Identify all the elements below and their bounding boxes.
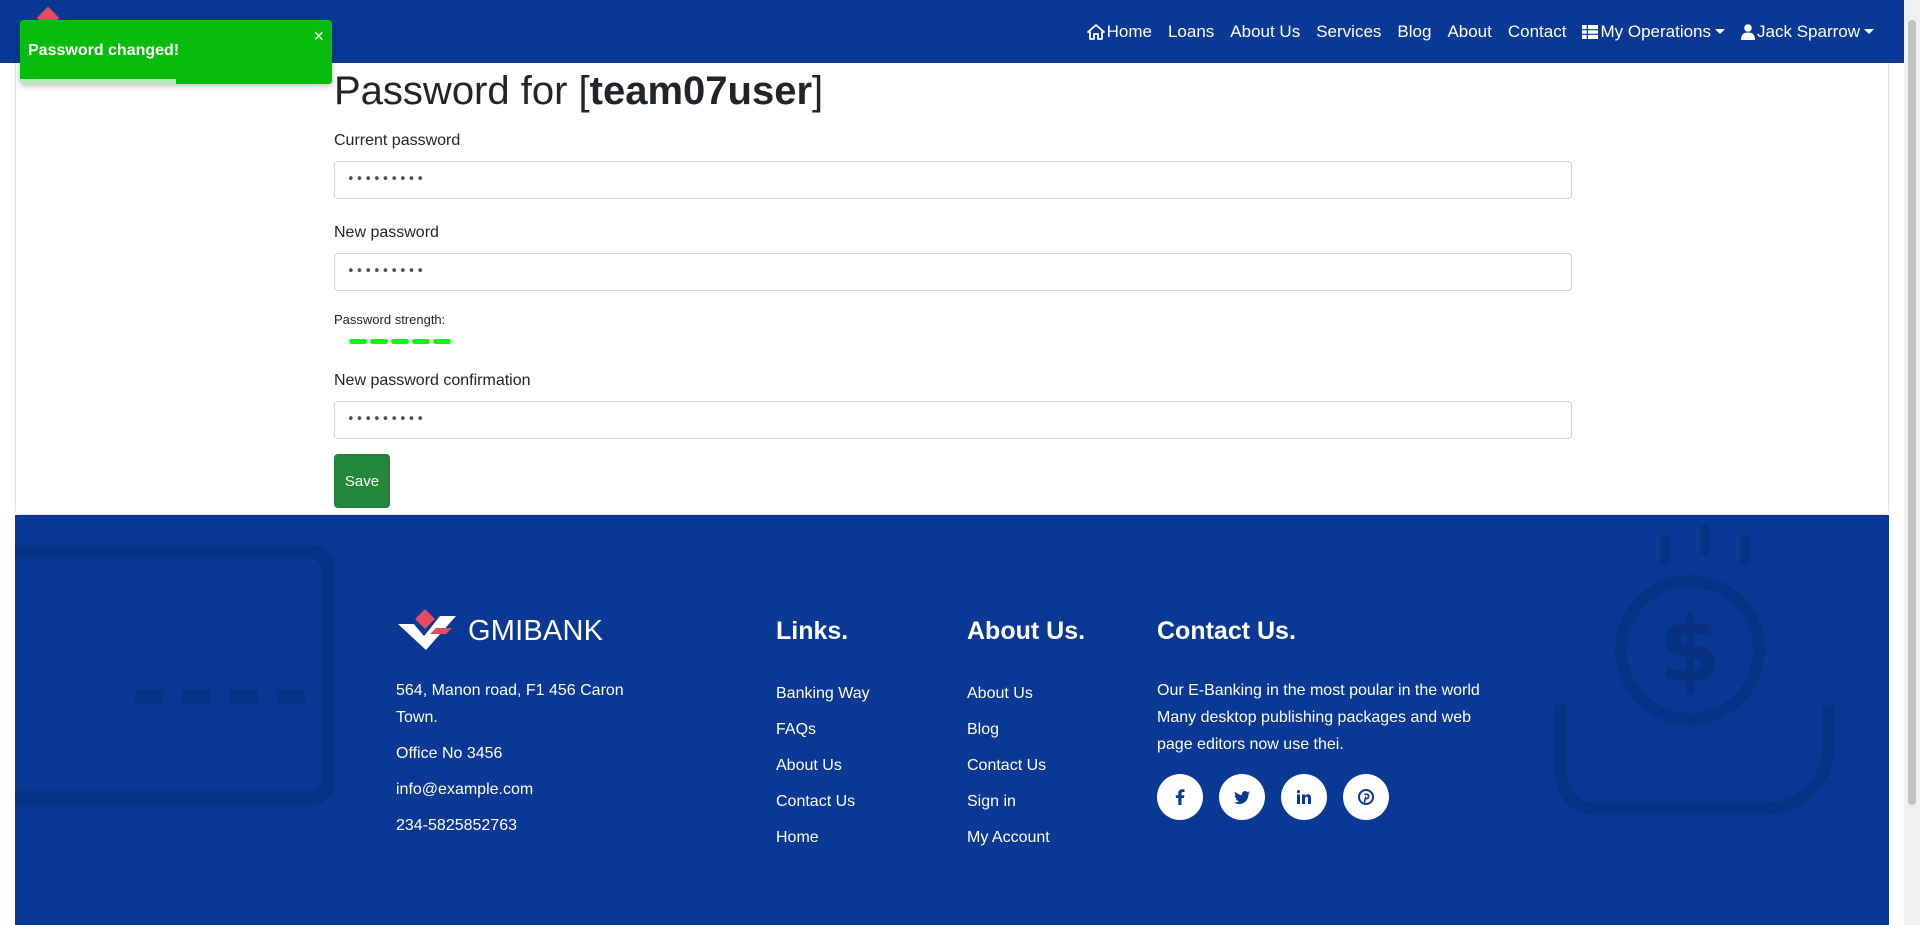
page-scrollbar[interactable] bbox=[1904, 0, 1920, 925]
page: Home Loans About Us Services Blog About … bbox=[0, 0, 1920, 925]
footer-contact-column: Contact Us. Our E-Banking in the most po… bbox=[1157, 610, 1507, 820]
user-icon bbox=[1741, 23, 1756, 40]
footer-link-about-us[interactable]: About Us bbox=[776, 748, 870, 784]
footer-link-banking-way[interactable]: Banking Way bbox=[776, 676, 870, 712]
password-strength-label: Password strength: bbox=[334, 312, 446, 327]
footer-about-link-contact-us[interactable]: Contact Us bbox=[967, 748, 1085, 784]
footer-about-link-my-account[interactable]: My Account bbox=[967, 820, 1085, 856]
footer-about-column: About Us. About Us Blog Contact Us Sign … bbox=[967, 610, 1085, 856]
footer-link-faqs[interactable]: FAQs bbox=[776, 712, 870, 748]
home-icon bbox=[1086, 23, 1105, 40]
footer-links-column: Links. Banking Way FAQs About Us Contact… bbox=[776, 610, 870, 856]
card-stripe-decoration bbox=[135, 690, 305, 704]
credit-card-decoration-icon bbox=[15, 545, 335, 805]
confirm-password-field[interactable]: ••••••••• bbox=[334, 401, 1572, 439]
footer-email[interactable]: info@example.com bbox=[396, 776, 666, 803]
footer-about-link-sign-in[interactable]: Sign in bbox=[967, 784, 1085, 820]
title-suffix: ] bbox=[812, 69, 824, 113]
twitter-icon[interactable] bbox=[1219, 774, 1265, 820]
strength-segment bbox=[412, 339, 430, 344]
title-username: team07user bbox=[589, 69, 813, 113]
table-icon bbox=[1582, 24, 1599, 39]
gmibank-logo-icon bbox=[398, 610, 456, 650]
password-card: Password for [team07user] Current passwo… bbox=[15, 63, 1889, 515]
strength-segment bbox=[349, 339, 367, 344]
new-password-label: New password bbox=[334, 224, 439, 241]
nav-loans[interactable]: Loans bbox=[1160, 22, 1222, 42]
nav-home[interactable]: Home bbox=[1079, 22, 1160, 42]
footer-brand-name: GMIBANK bbox=[468, 614, 604, 647]
nav-user-menu[interactable]: Jack Sparrow bbox=[1733, 22, 1882, 42]
strength-segment bbox=[391, 339, 409, 344]
current-password-label: Current password bbox=[334, 132, 461, 149]
footer: $ GMIBANK 564, Manon road, F1 456 Caron … bbox=[15, 515, 1889, 925]
nav-home-label: Home bbox=[1106, 21, 1152, 41]
success-toast: Password changed! × bbox=[20, 20, 332, 84]
linkedin-icon[interactable] bbox=[1281, 774, 1327, 820]
nav-user-label: Jack Sparrow bbox=[1757, 21, 1860, 41]
password-strength-meter bbox=[349, 339, 1574, 344]
nav-contact[interactable]: Contact bbox=[1500, 22, 1575, 42]
dollar-coin-decoration-icon: $ bbox=[1615, 575, 1765, 725]
new-password-field[interactable]: ••••••••• bbox=[334, 253, 1572, 291]
footer-brand-column: GMIBANK 564, Manon road, F1 456 Caron To… bbox=[396, 610, 666, 839]
footer-about-link-blog[interactable]: Blog bbox=[967, 712, 1085, 748]
chevron-down-icon bbox=[1715, 29, 1726, 34]
footer-logo[interactable]: GMIBANK bbox=[396, 610, 666, 652]
nav-my-operations[interactable]: My Operations bbox=[1574, 22, 1733, 42]
pinterest-icon[interactable] bbox=[1343, 774, 1389, 820]
page-title: Password for [team07user] bbox=[334, 66, 1574, 116]
facebook-icon[interactable] bbox=[1157, 774, 1203, 820]
footer-about-heading: About Us. bbox=[967, 617, 1086, 645]
current-password-field[interactable]: ••••••••• bbox=[334, 161, 1572, 199]
chevron-down-icon bbox=[1864, 29, 1874, 34]
nav-about[interactable]: About bbox=[1439, 22, 1499, 42]
footer-address: 564, Manon road, F1 456 Caron Town. bbox=[396, 682, 624, 726]
close-icon[interactable]: × bbox=[313, 26, 324, 47]
nav-menu: Home Loans About Us Services Blog About … bbox=[1079, 0, 1882, 63]
strength-segment bbox=[433, 339, 451, 344]
social-links bbox=[1157, 774, 1507, 820]
toast-progress-bar bbox=[20, 79, 176, 84]
footer-link-home[interactable]: Home bbox=[776, 820, 870, 856]
title-prefix: Password for [ bbox=[334, 69, 590, 113]
strength-segment bbox=[370, 339, 388, 344]
footer-office: Office No 3456 bbox=[396, 745, 503, 762]
nav-about-us[interactable]: About Us bbox=[1222, 22, 1308, 42]
confirm-password-label: New password confirmation bbox=[334, 372, 531, 389]
footer-phone[interactable]: 234-5825852763 bbox=[396, 812, 666, 839]
rays-decoration bbox=[1655, 525, 1755, 565]
footer-links-heading: Links. bbox=[776, 617, 849, 645]
password-form: Password for [team07user] Current passwo… bbox=[334, 63, 1574, 508]
nav-my-operations-label: My Operations bbox=[1600, 21, 1712, 41]
save-button[interactable]: Save bbox=[334, 454, 390, 508]
footer-contact-heading: Contact Us. bbox=[1157, 617, 1296, 645]
hand-decoration-icon bbox=[1555, 705, 1835, 815]
nav-blog[interactable]: Blog bbox=[1389, 22, 1439, 42]
footer-about-link-about-us[interactable]: About Us bbox=[967, 676, 1085, 712]
scrollbar-thumb[interactable] bbox=[1908, 20, 1916, 805]
toast-message: Password changed! bbox=[28, 42, 180, 59]
nav-services[interactable]: Services bbox=[1308, 22, 1389, 42]
footer-contact-description: Our E-Banking in the most poular in the … bbox=[1157, 682, 1480, 753]
footer-link-contact-us[interactable]: Contact Us bbox=[776, 784, 870, 820]
